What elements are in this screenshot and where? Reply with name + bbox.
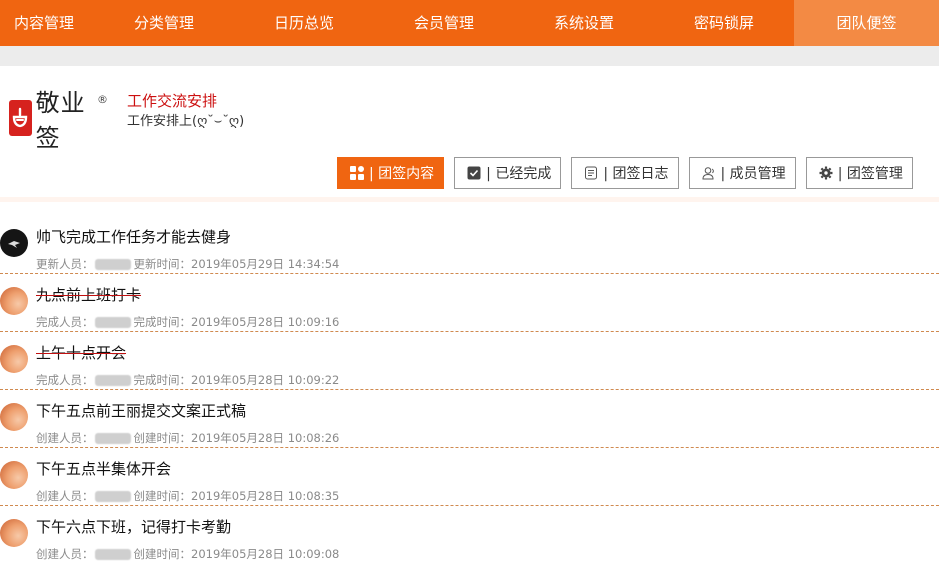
person-label: 更新人员：	[36, 257, 94, 271]
team-name: 工作交流安排	[127, 92, 218, 110]
member-management-label: | 成员管理	[720, 166, 786, 182]
log-icon	[584, 166, 598, 180]
note-title[interactable]: 九点前上班打卡	[36, 284, 141, 305]
timestamp: 2019年05月28日 10:08:26	[191, 431, 340, 445]
nav-team-notes[interactable]: 团队便签	[794, 0, 939, 46]
member-management-button[interactable]: | 成员管理	[688, 157, 796, 189]
top-navigation: 内容管理 分类管理 日历总览 会员管理 系统设置 密码锁屏 团队便签	[0, 0, 939, 46]
person-name-redacted	[94, 490, 131, 502]
team-description: 工作安排上(ღ˘⌣˘ღ)	[127, 114, 245, 129]
note-list: 帅飞完成工作任务才能去健身 更新人员： 更新时间： 2019年05月29日 14…	[0, 216, 939, 564]
timestamp: 2019年05月28日 10:09:08	[191, 547, 340, 561]
header-spacer	[0, 46, 939, 66]
grid-icon	[350, 166, 364, 180]
avatar	[0, 403, 28, 431]
person-label: 创建人员：	[36, 431, 94, 445]
person-label: 创建人员：	[36, 489, 94, 503]
person-name-redacted	[94, 374, 131, 386]
team-toolbar: | 团签内容 | 已经完成 | 团签日志 | 成员管理 | 团签管理	[337, 157, 923, 189]
registered-mark: ®	[97, 93, 108, 106]
avatar	[0, 519, 28, 547]
person-label: 创建人员：	[36, 547, 94, 561]
note-title[interactable]: 下午五点半集体开会	[36, 458, 171, 479]
avatar	[0, 287, 28, 315]
time-label: 创建时间：	[133, 431, 192, 445]
avatar	[0, 229, 28, 257]
team-settings-label: | 团签管理	[837, 166, 903, 182]
note-title[interactable]: 上午十点开会	[36, 342, 126, 363]
note-meta: 完成人员： 完成时间： 2019年05月28日 10:09:16	[36, 314, 339, 330]
logo-text: 敬业签	[35, 89, 86, 152]
note-meta: 更新人员： 更新时间： 2019年05月29日 14:34:54	[36, 256, 339, 272]
list-item[interactable]: 下午五点半集体开会 创建人员： 创建时间： 2019年05月28日 10:08:…	[0, 448, 939, 506]
note-meta: 完成人员： 完成时间： 2019年05月28日 10:09:22	[36, 372, 339, 388]
team-settings-button[interactable]: | 团签管理	[805, 157, 913, 189]
person-label: 完成人员：	[36, 315, 94, 329]
gear-icon	[819, 166, 833, 180]
logo-icon	[9, 100, 32, 136]
nav-calendar-overview[interactable]: 日历总览	[234, 0, 374, 46]
team-log-button[interactable]: | 团签日志	[571, 157, 679, 189]
time-label: 更新时间：	[133, 257, 192, 271]
avatar	[0, 345, 28, 373]
app-logo: 敬业签 ®	[9, 89, 108, 152]
nav-content-management[interactable]: 内容管理	[0, 0, 94, 46]
team-content-label: | 团签内容	[369, 166, 435, 182]
note-meta: 创建人员： 创建时间： 2019年05月28日 10:08:35	[36, 488, 339, 504]
list-item[interactable]: 上午十点开会 完成人员： 完成时间： 2019年05月28日 10:09:22	[0, 332, 939, 390]
nav-member-management[interactable]: 会员管理	[374, 0, 514, 46]
note-title[interactable]: 下午五点前王丽提交文案正式稿	[36, 400, 246, 421]
team-log-label: | 团签日志	[603, 166, 669, 182]
nav-category-management[interactable]: 分类管理	[94, 0, 234, 46]
timestamp: 2019年05月28日 10:09:16	[191, 315, 340, 329]
users-icon	[702, 166, 716, 180]
list-item[interactable]: 下午六点下班，记得打卡考勤 创建人员： 创建时间： 2019年05月28日 10…	[0, 506, 939, 564]
avatar	[0, 461, 28, 489]
time-label: 完成时间：	[133, 373, 192, 387]
note-meta: 创建人员： 创建时间： 2019年05月28日 10:08:26	[36, 430, 339, 446]
time-label: 完成时间：	[133, 315, 192, 329]
nav-password-lock[interactable]: 密码锁屏	[654, 0, 794, 46]
note-meta: 创建人员： 创建时间： 2019年05月28日 10:09:08	[36, 546, 339, 562]
timestamp: 2019年05月28日 10:09:22	[191, 373, 340, 387]
checkbox-icon	[467, 166, 481, 180]
person-name-redacted	[94, 432, 131, 444]
list-item[interactable]: 九点前上班打卡 完成人员： 完成时间： 2019年05月28日 10:09:16	[0, 274, 939, 332]
person-label: 完成人员：	[36, 373, 94, 387]
person-name-redacted	[94, 316, 131, 328]
section-divider	[0, 197, 939, 202]
person-name-redacted	[94, 548, 131, 560]
nav-system-settings[interactable]: 系统设置	[514, 0, 654, 46]
list-item[interactable]: 帅飞完成工作任务才能去健身 更新人员： 更新时间： 2019年05月29日 14…	[0, 216, 939, 274]
list-item[interactable]: 下午五点前王丽提交文案正式稿 创建人员： 创建时间： 2019年05月28日 1…	[0, 390, 939, 448]
note-title[interactable]: 帅飞完成工作任务才能去健身	[36, 226, 231, 247]
timestamp: 2019年05月29日 14:34:54	[191, 257, 340, 271]
person-name-redacted	[94, 258, 131, 270]
timestamp: 2019年05月28日 10:08:35	[191, 489, 340, 503]
time-label: 创建时间：	[133, 547, 192, 561]
completed-label: | 已经完成	[486, 166, 552, 182]
note-title[interactable]: 下午六点下班，记得打卡考勤	[36, 516, 231, 537]
completed-button[interactable]: | 已经完成	[454, 157, 562, 189]
team-content-button[interactable]: | 团签内容	[337, 157, 445, 189]
time-label: 创建时间：	[133, 489, 192, 503]
